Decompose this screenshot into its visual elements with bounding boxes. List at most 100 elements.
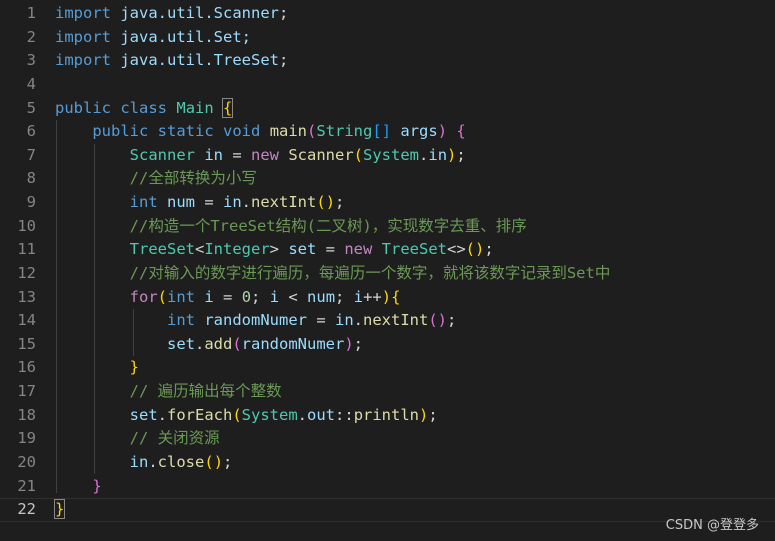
line-number: 18 bbox=[17, 405, 36, 424]
code-line[interactable]: 16 } bbox=[0, 356, 775, 380]
code-text[interactable]: import java.util.Set; bbox=[55, 26, 251, 50]
code-token: println bbox=[353, 405, 420, 424]
code-line[interactable]: 19 // 关闭资源 bbox=[0, 427, 775, 451]
code-text[interactable]: public static void main(String[] args) { bbox=[55, 120, 465, 144]
code-editor[interactable]: 1 import java.util.Scanner; 2 import java.u… bbox=[0, 0, 775, 541]
code-token: java.util.TreeSet bbox=[120, 51, 279, 70]
code-text[interactable]: } bbox=[53, 498, 66, 522]
code-token: Scanner bbox=[288, 145, 354, 164]
code-text[interactable]: for(int i = 0; i < num; i++){ bbox=[55, 286, 401, 310]
code-text[interactable]: set.forEach(System.out::println); bbox=[55, 404, 438, 428]
line-number: 7 bbox=[26, 145, 36, 164]
code-token: //全部转换为小写 bbox=[129, 169, 257, 188]
code-token: String bbox=[316, 122, 373, 141]
code-text[interactable]: Scanner in = new Scanner(System.in); bbox=[55, 144, 466, 168]
code-token: import bbox=[55, 51, 111, 70]
code-line[interactable]: 7 Scanner in = new Scanner(System.in); bbox=[0, 144, 775, 168]
code-token: nextInt bbox=[251, 193, 317, 211]
code-text[interactable]: int num = in.nextInt(); bbox=[55, 191, 345, 215]
line-number: 2 bbox=[26, 27, 36, 46]
code-text[interactable]: //对输入的数字进行遍历，每遍历一个数字，就将该数字记录到Set中 bbox=[55, 262, 611, 286]
code-line[interactable]: 18 set.forEach(System.out::println); bbox=[0, 404, 775, 428]
code-token: Integer bbox=[204, 240, 270, 259]
code-token: i bbox=[204, 287, 214, 306]
code-token: ( bbox=[157, 287, 167, 306]
code-line[interactable]: 8 //全部转换为小写 bbox=[0, 167, 775, 191]
code-text[interactable]: public class Main { bbox=[55, 97, 234, 121]
code-token: args bbox=[400, 122, 438, 141]
line-number: 3 bbox=[26, 51, 36, 70]
line-number: 21 bbox=[17, 476, 36, 495]
code-token: // 遍历输出每个整数 bbox=[129, 382, 282, 400]
code-line[interactable]: 1 import java.util.Scanner; bbox=[0, 2, 775, 26]
code-text[interactable]: // 遍历输出每个整数 bbox=[55, 380, 282, 404]
code-line[interactable]: 12 //对输入的数字进行遍历，每遍历一个数字，就将该数字记录到Set中 bbox=[0, 262, 775, 286]
code-line[interactable]: 4 bbox=[0, 73, 775, 97]
code-line[interactable]: 10 //构造一个TreeSet结构(二叉树)，实现数字去重、排序 bbox=[0, 215, 775, 239]
line-number: 11 bbox=[17, 240, 36, 259]
code-token: i bbox=[269, 287, 280, 306]
code-token: ( bbox=[316, 193, 326, 211]
code-token: ( bbox=[232, 334, 242, 353]
code-line[interactable]: 11 TreeSet<Integer> set = new TreeSet<>(… bbox=[0, 238, 775, 262]
code-token: ) bbox=[447, 145, 457, 164]
code-line[interactable]: 17 // 遍历输出每个整数 bbox=[0, 380, 775, 404]
code-token: { bbox=[221, 97, 234, 118]
code-token: [] bbox=[372, 122, 392, 141]
code-text[interactable]: import java.util.Scanner; bbox=[55, 2, 288, 26]
code-token: forEach bbox=[167, 405, 233, 424]
code-token: nextInt bbox=[363, 311, 429, 330]
code-token: java.util.Scanner bbox=[120, 4, 279, 22]
code-text[interactable]: in.close(); bbox=[55, 451, 233, 475]
code-token: 0 bbox=[241, 287, 252, 306]
code-token: System bbox=[363, 145, 420, 164]
code-line[interactable]: 21 } bbox=[0, 475, 775, 499]
code-text[interactable]: int randomNumer = in.nextInt(); bbox=[55, 309, 456, 333]
code-token: set bbox=[166, 334, 195, 353]
code-token: void bbox=[223, 122, 261, 141]
code-text[interactable]: //构造一个TreeSet结构(二叉树)，实现数字去重、排序 bbox=[55, 215, 527, 239]
code-line[interactable]: 3 import java.util.TreeSet; bbox=[0, 49, 775, 73]
code-token: out bbox=[307, 405, 336, 424]
line-number: 16 bbox=[17, 358, 36, 377]
code-token: ) bbox=[325, 193, 336, 211]
code-text[interactable]: // 关闭资源 bbox=[55, 427, 220, 451]
code-token: in bbox=[204, 145, 223, 164]
line-number: 9 bbox=[26, 193, 36, 211]
code-text[interactable]: set.add(randomNumer); bbox=[55, 333, 363, 357]
code-lines[interactable]: 1 import java.util.Scanner; 2 import java.u… bbox=[0, 2, 775, 522]
code-token: //对输入的数字进行遍历，每遍历一个数字，就将该数字记录到Set中 bbox=[129, 263, 611, 282]
code-token: ( bbox=[307, 122, 317, 141]
code-text[interactable]: TreeSet<Integer> set = new TreeSet<>(); bbox=[55, 238, 494, 262]
line-number: 15 bbox=[17, 334, 36, 353]
code-token: Scanner bbox=[129, 145, 195, 164]
line-number: 6 bbox=[26, 122, 36, 141]
code-line[interactable]: 14 int randomNumer = in.nextInt(); bbox=[0, 309, 775, 333]
line-number: 10 bbox=[17, 216, 36, 235]
code-text[interactable]: } bbox=[55, 356, 139, 380]
code-token: num bbox=[307, 287, 336, 306]
code-token: ) bbox=[437, 311, 448, 330]
code-line[interactable]: 5 public class Main { bbox=[0, 97, 775, 121]
code-token: Main bbox=[176, 98, 214, 117]
code-token: ( bbox=[428, 311, 438, 330]
code-token: num bbox=[167, 193, 195, 211]
line-number: 13 bbox=[17, 287, 36, 306]
line-number: 22 bbox=[17, 500, 36, 519]
code-line[interactable]: 15 set.add(randomNumer); bbox=[0, 333, 775, 357]
code-token: i bbox=[353, 287, 364, 306]
code-text[interactable]: //全部转换为小写 bbox=[55, 167, 257, 191]
code-text[interactable]: import java.util.TreeSet; bbox=[55, 49, 288, 73]
code-text[interactable]: } bbox=[55, 475, 101, 499]
code-token: class bbox=[120, 98, 168, 117]
code-line[interactable]: 13 for(int i = 0; i < num; i++){ bbox=[0, 286, 775, 310]
code-line[interactable]: 6 public static void main(String[] args)… bbox=[0, 120, 775, 144]
code-line[interactable]: 22} bbox=[0, 498, 775, 522]
code-line[interactable]: 2 import java.util.Set; bbox=[0, 26, 775, 50]
line-number: 1 bbox=[26, 4, 36, 22]
code-token: main bbox=[269, 122, 308, 141]
code-token: ( bbox=[204, 452, 214, 471]
code-line[interactable]: 9 int num = in.nextInt(); bbox=[0, 191, 775, 215]
code-line[interactable]: 20 in.close(); bbox=[0, 451, 775, 475]
code-token: //构造一个TreeSet结构(二叉树)，实现数字去重、排序 bbox=[129, 216, 527, 235]
